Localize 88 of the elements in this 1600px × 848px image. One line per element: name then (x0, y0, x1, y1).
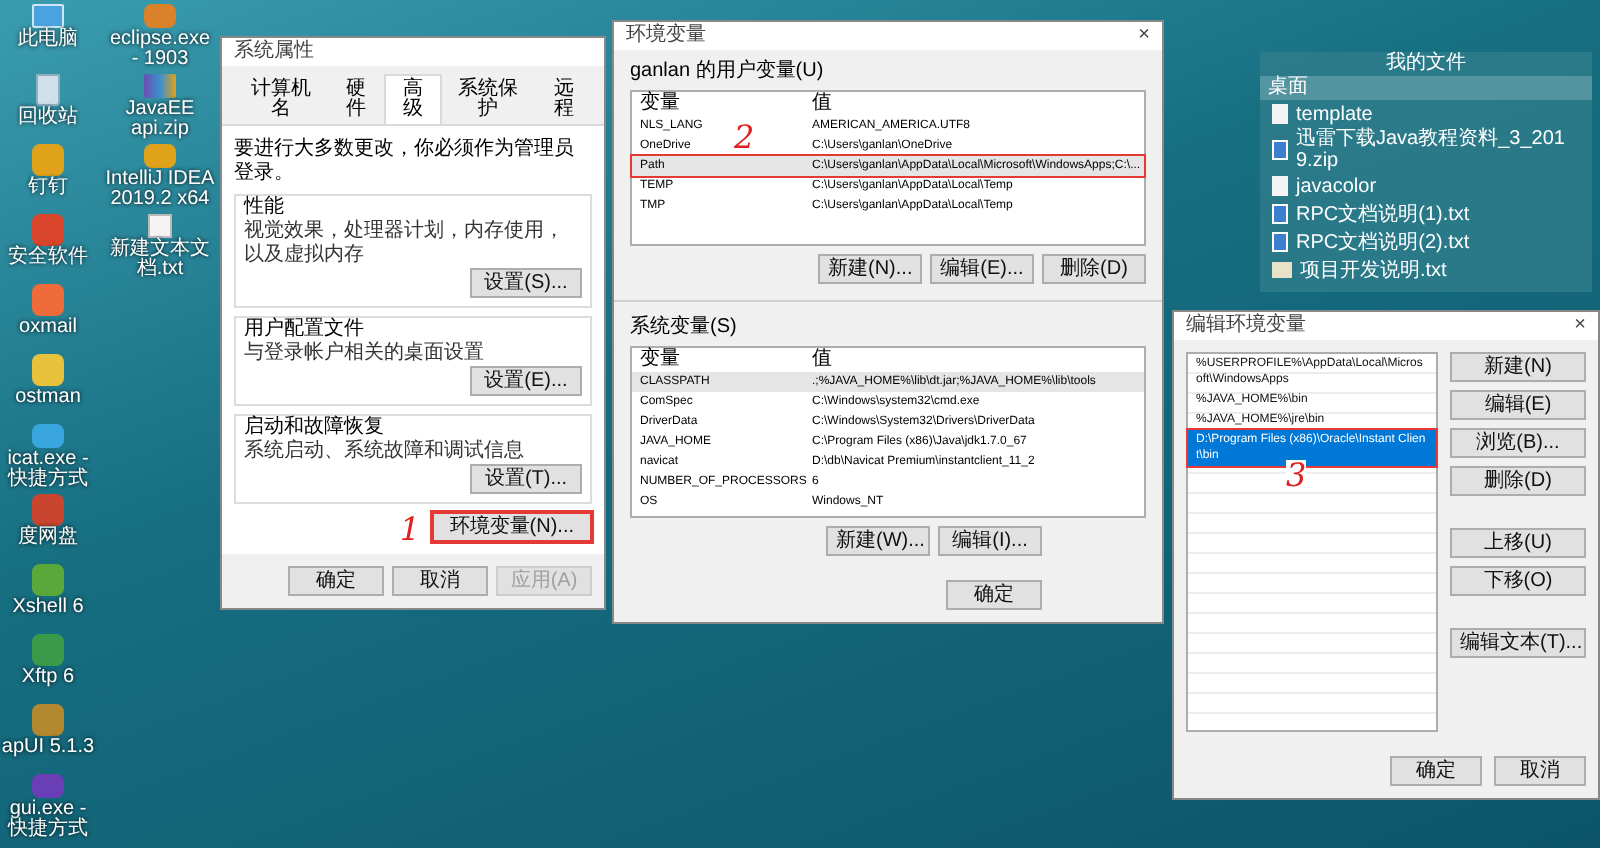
group-description: 系统启动、系统故障和调试信息 (244, 440, 526, 464)
app-icon (32, 634, 64, 666)
fence-item[interactable]: RPC文档说明(2).txt (1296, 231, 1470, 253)
app-icon (32, 144, 64, 176)
close-icon[interactable]: × (1574, 316, 1586, 336)
desktop-icon-label[interactable]: gui.exe - 快捷方式 (0, 800, 96, 840)
window-title: 系统属性 (234, 42, 314, 62)
column-header: 值 (812, 94, 832, 114)
desktop-icon-label[interactable]: 回收站 (18, 108, 78, 128)
fence-title: 我的文件 (1384, 52, 1468, 76)
desktop-icon-label[interactable]: oxmail (19, 318, 77, 338)
annotation-number: 2 (734, 122, 755, 154)
desktop-icon-label[interactable]: 钉钉 (28, 178, 68, 198)
desktop-icon-label[interactable]: apUI 5.1.3 (1, 738, 95, 758)
app-icon (32, 284, 64, 316)
dialog-button[interactable]: 下移(O) (1450, 566, 1586, 596)
desktop-icon-label[interactable]: 安全软件 (8, 248, 88, 268)
desktop-icon-label[interactable]: Xftp 6 (21, 668, 75, 688)
dialog-button[interactable]: 删除(D) (1042, 254, 1146, 284)
dialog-button[interactable]: 取消 (1494, 756, 1586, 786)
dialog-button[interactable]: 新建(N)... (818, 254, 922, 284)
desktop-icon-label[interactable]: JavaEE api.zip (104, 100, 216, 140)
app-icon (32, 704, 64, 736)
dialog-button[interactable]: 编辑(E)... (930, 254, 1034, 284)
group-description: 与登录帐户相关的桌面设置 (244, 342, 486, 366)
fence-item[interactable]: javacolor (1296, 175, 1377, 197)
dialog-button[interactable]: 编辑文本(T)... (1450, 628, 1586, 658)
archive-icon (144, 74, 176, 98)
column-header: 变量 (640, 94, 682, 114)
group-title: 用户配置文件 (244, 318, 366, 341)
tab[interactable]: 硬件 (327, 74, 385, 124)
dialog-button[interactable]: 设置(T)... (470, 464, 582, 494)
document-icon (1272, 140, 1288, 160)
app-icon (32, 424, 64, 448)
close-icon[interactable]: × (1138, 26, 1150, 46)
desktop-icon-label[interactable]: icat.exe - 快捷方式 (0, 450, 96, 490)
section-label: 系统变量(S) (628, 318, 739, 338)
app-icon (32, 774, 64, 798)
desktop-icon-label[interactable]: IntelliJ IDEA 2019.2 x64 (104, 170, 216, 210)
dialog-button[interactable]: 新建(N) (1450, 352, 1586, 382)
dialog-button[interactable]: 环境变量(N)... (431, 512, 592, 542)
app-icon (32, 214, 64, 246)
file-icon (148, 214, 172, 238)
tab[interactable]: 远程 (535, 74, 592, 124)
desktop-icon-label[interactable]: ostman (15, 388, 81, 408)
app-icon (32, 564, 64, 596)
app-icon (144, 144, 176, 168)
window-title: 编辑环境变量 (1186, 316, 1306, 336)
dialog-button[interactable]: 编辑(E) (1450, 390, 1586, 420)
dialog-button[interactable]: 编辑(I)... (938, 526, 1042, 556)
fence-item[interactable]: template (1296, 103, 1373, 125)
notice-text: 要进行大多数更改，你必须作为管理员登录。 (234, 138, 576, 186)
dialog-button[interactable]: 删除(D) (1450, 466, 1586, 496)
dialog-button[interactable]: 新建(W)... (826, 526, 930, 556)
dialog-button[interactable]: 确定 (1390, 756, 1482, 786)
dialog-button[interactable]: 确定 (288, 566, 384, 596)
dialog-button[interactable]: 设置(E)... (470, 366, 582, 396)
fence-item[interactable]: RPC文档说明(1).txt (1296, 203, 1470, 225)
tab[interactable]: 计算机名 (234, 74, 328, 124)
dialog-button[interactable]: 确定 (946, 580, 1042, 610)
trash-bin-icon (36, 74, 60, 106)
app-icon (32, 354, 64, 386)
desktop-icon-label[interactable]: eclipse.exe - 1903 (104, 30, 216, 70)
annotation-number: 1 (399, 514, 420, 546)
annotation-number: 3 (1286, 460, 1307, 492)
section-label: ganlan 的用户变量(U) (628, 62, 826, 82)
tab[interactable]: 高级 (384, 74, 442, 124)
fence-item[interactable]: 项目开发说明.txt (1300, 259, 1447, 281)
desktop-icon-label[interactable]: Xshell 6 (12, 598, 84, 618)
column-header: 变量 (640, 350, 682, 370)
window-title: 环境变量 (626, 26, 706, 46)
app-icon (32, 494, 64, 526)
file-icon (1272, 176, 1288, 196)
tab[interactable]: 系统保护 (441, 74, 536, 124)
column-header: 值 (812, 350, 832, 370)
folder-icon (1272, 262, 1292, 278)
file-icon (1272, 104, 1288, 124)
dialog-button[interactable]: 上移(U) (1450, 528, 1586, 558)
dialog-button[interactable]: 浏览(B)... (1450, 428, 1586, 458)
desktop-icon-label[interactable]: 度网盘 (18, 528, 78, 548)
group-title: 性能 (244, 196, 286, 219)
app-icon (144, 4, 176, 28)
desktop-icon-label[interactable]: 新建文本文档.txt (104, 240, 216, 280)
dialog-button[interactable]: 取消 (392, 566, 488, 596)
group-title: 启动和故障恢复 (244, 416, 386, 439)
dialog-button[interactable]: 设置(S)... (470, 268, 582, 298)
monitor-icon (32, 4, 64, 28)
group-description: 视觉效果，处理器计划，内存使用，以及虚拟内存 (244, 220, 566, 268)
